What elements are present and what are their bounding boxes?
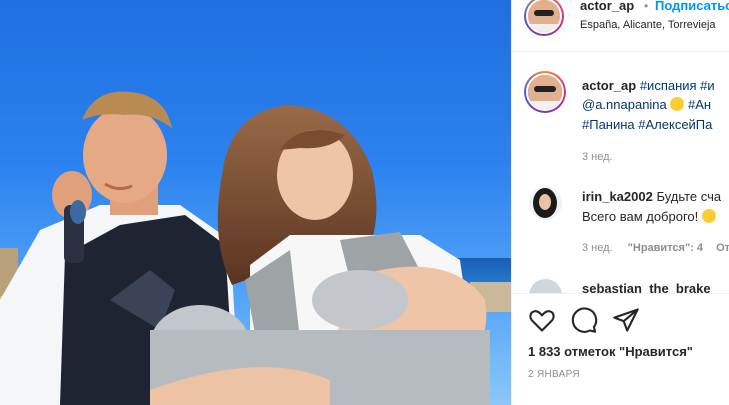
comment-likes[interactable]: "Нравится": 4 bbox=[628, 242, 703, 254]
post-header: actor_ap • Подписаться España, Alicante,… bbox=[512, 0, 729, 52]
commenter-avatar-image bbox=[529, 187, 562, 220]
post-sidebar: actor_ap • Подписаться España, Alicante,… bbox=[511, 0, 729, 405]
commenter-avatar[interactable] bbox=[529, 187, 562, 220]
caption-hashtags-1[interactable]: #испания #и bbox=[640, 78, 715, 93]
caption-author-avatar[interactable] bbox=[524, 71, 566, 113]
reply-button[interactable]: От bbox=[716, 242, 729, 254]
paper-plane-icon[interactable] bbox=[612, 306, 640, 334]
heart-icon[interactable] bbox=[528, 306, 556, 334]
dot-separator: • bbox=[644, 0, 649, 13]
comment-meta: 3 нед. "Нравится": 4 От bbox=[582, 242, 729, 254]
caption-line-2: @a.nnapanina #Ан bbox=[582, 96, 711, 114]
likes-count[interactable]: 1 833 отметок "Нравится" bbox=[528, 344, 693, 359]
comment-text-2: Всего вам доброго! bbox=[582, 209, 699, 224]
caption-mention[interactable]: @a.nnapanina bbox=[582, 97, 667, 112]
comment-timestamp[interactable]: 3 нед. bbox=[582, 242, 613, 254]
caption-hashtags-2[interactable]: #Ан bbox=[688, 97, 711, 112]
caption-author[interactable]: actor_ap bbox=[582, 78, 636, 93]
follow-button[interactable]: Подписаться bbox=[655, 0, 729, 13]
emoji-icon bbox=[701, 209, 716, 223]
post-photo[interactable] bbox=[0, 0, 511, 405]
caption-avatar-image bbox=[528, 75, 562, 109]
author-avatar[interactable] bbox=[524, 0, 564, 36]
comment-line-2: Всего вам доброго! bbox=[582, 208, 716, 226]
caption-line-3: #Панина #АлексейПа bbox=[582, 116, 712, 134]
emoji-icon bbox=[670, 97, 685, 111]
post-location[interactable]: España, Alicante, Torrevieja bbox=[580, 19, 716, 31]
author-username[interactable]: actor_ap bbox=[580, 0, 634, 13]
photo-illustration bbox=[0, 91, 511, 405]
comment-icon[interactable] bbox=[570, 306, 598, 334]
comment-line-1: irin_ka2002 Будьте сча bbox=[582, 188, 721, 206]
post-actions: 1 833 отметок "Нравится" 2 ЯНВАРЯ bbox=[512, 293, 729, 405]
comment-text-1: Будьте сча bbox=[656, 189, 722, 204]
caption-timestamp[interactable]: 3 нед. bbox=[582, 151, 613, 163]
comment-author[interactable]: irin_ka2002 bbox=[582, 189, 653, 204]
author-avatar-image bbox=[528, 0, 560, 32]
caption-hashtags-3[interactable]: #Панина #АлексейПа bbox=[582, 117, 712, 132]
caption-line-1: actor_ap #испания #и bbox=[582, 77, 715, 95]
post-date[interactable]: 2 ЯНВАРЯ bbox=[528, 369, 580, 380]
